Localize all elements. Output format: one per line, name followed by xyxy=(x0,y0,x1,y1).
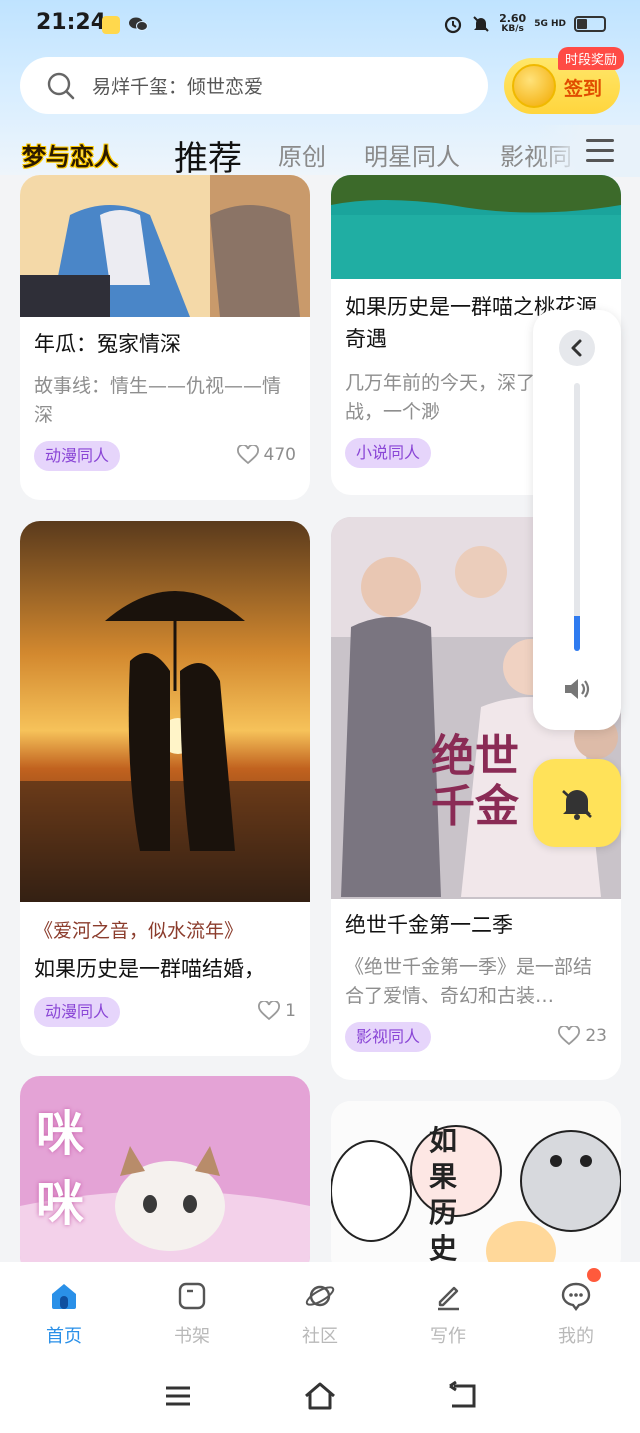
battery-icon xyxy=(574,16,606,32)
card-description: 故事线：情生——仇视——情深 xyxy=(34,375,282,426)
cover-text: 绝世千金 xyxy=(431,731,519,832)
bookshelf-icon xyxy=(178,1282,206,1310)
heart-icon xyxy=(558,1026,581,1046)
wechat-icon xyxy=(129,17,148,31)
planet-icon xyxy=(305,1285,335,1307)
status-bar: 21:24 2.60 KB/s 5G HD xyxy=(0,0,640,50)
volume-panel xyxy=(533,310,621,730)
tab-original[interactable]: 原创 xyxy=(278,137,326,172)
collapse-button[interactable] xyxy=(559,330,595,366)
chat-icon xyxy=(561,1282,591,1311)
brand-logo: 梦与恋人 xyxy=(22,143,118,171)
search-input[interactable]: 易烊千玺：倾世恋爱 xyxy=(92,72,263,99)
checkin-label: 签到 xyxy=(564,78,603,100)
cover-text: 如果历史 xyxy=(429,1124,458,1265)
system-nav-bar xyxy=(0,1360,640,1433)
card-tag[interactable]: 动漫同人 xyxy=(34,441,121,471)
cover-text: 咪 咪 xyxy=(36,1106,175,1232)
speaker-icon[interactable] xyxy=(562,676,592,702)
card-cover-image xyxy=(331,1101,621,1276)
heart-icon xyxy=(258,1001,281,1021)
coin-icon xyxy=(512,64,556,108)
card-tag[interactable]: 影视同人 xyxy=(345,1022,432,1052)
nav-write[interactable]: 写作 xyxy=(403,1280,493,1348)
card-title: 年瓜：冤家情深 xyxy=(34,332,181,356)
like-count[interactable]: 23 xyxy=(558,1026,607,1046)
nav-profile[interactable]: 我的 xyxy=(531,1280,621,1348)
card-description: 《绝世千金第一季》是一部结合了爱情、奇幻和古装… xyxy=(345,956,593,1007)
net-speed: 2.60 KB/s xyxy=(499,12,527,34)
story-card[interactable]: 咪 咪 xyxy=(20,1076,310,1276)
home-nav-icon[interactable] xyxy=(302,1378,338,1414)
bell-muted-icon xyxy=(562,790,592,820)
reward-badge: 时段奖励 xyxy=(558,47,625,70)
volume-slider[interactable] xyxy=(574,383,580,651)
tab-recommend[interactable]: 推荐 xyxy=(174,131,242,180)
like-count[interactable]: 470 xyxy=(236,445,296,465)
alarm-icon xyxy=(444,16,462,34)
status-right: 2.60 KB/s 5G HD xyxy=(443,10,606,38)
like-count[interactable]: 1 xyxy=(258,1001,296,1021)
tab-celebrity-fanfic[interactable]: 明星同人 xyxy=(364,137,460,172)
card-quote: 《爱河之音，似水流年》 xyxy=(34,920,244,942)
card-cover-image xyxy=(20,175,310,317)
category-menu-icon[interactable] xyxy=(586,139,614,163)
nav-home[interactable]: 首页 xyxy=(19,1280,109,1348)
status-time: 21:24 xyxy=(36,10,107,35)
home-icon xyxy=(52,1284,76,1309)
pen-icon xyxy=(438,1286,459,1311)
story-card[interactable]: 年瓜：冤家情深 故事线：情生——仇视——情深 动漫同人 470 xyxy=(20,175,310,500)
nav-community[interactable]: 社区 xyxy=(275,1280,365,1348)
card-tag[interactable]: 动漫同人 xyxy=(34,997,121,1027)
category-tabs: 梦与恋人 推荐 原创 明星同人 影视同 xyxy=(0,125,640,180)
card-tag[interactable]: 小说同人 xyxy=(345,438,432,468)
recent-apps-icon[interactable] xyxy=(160,1378,196,1414)
story-card[interactable]: 如果历史 xyxy=(331,1101,621,1276)
back-nav-icon[interactable] xyxy=(444,1378,480,1414)
search-bar[interactable]: 易烊千玺：倾世恋爱 xyxy=(20,57,488,114)
card-cover-image xyxy=(20,521,310,902)
heart-icon xyxy=(236,445,259,465)
card-title: 绝世千金第一二季 xyxy=(345,913,513,937)
story-card[interactable]: 《爱河之音，似水流年》 如果历史是一群喵结婚， 动漫同人 1 xyxy=(20,521,310,1056)
card-title: 如果历史是一群喵结婚， xyxy=(34,957,265,981)
card-cover-image xyxy=(331,175,621,279)
signal-indicator: 5G HD xyxy=(534,18,566,29)
notification-dot xyxy=(587,1268,601,1282)
mute-icon xyxy=(473,16,489,32)
nav-bookshelf[interactable]: 书架 xyxy=(147,1280,237,1348)
ringer-toggle[interactable] xyxy=(533,759,621,847)
search-icon xyxy=(47,72,75,99)
chevron-left-icon xyxy=(571,339,582,357)
app-notification-icon xyxy=(102,16,120,34)
